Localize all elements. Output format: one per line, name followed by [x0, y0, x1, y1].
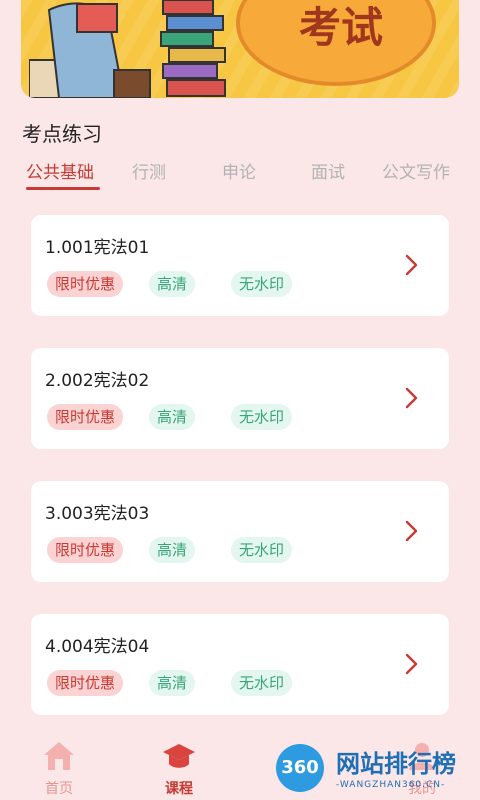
tab-public-basics[interactable]: 公共基础	[26, 158, 94, 183]
active-tab-indicator	[26, 187, 100, 190]
category-tabs: 公共基础 行测 申论 面试 公文写作	[0, 150, 480, 190]
chevron-right-icon[interactable]	[399, 386, 423, 410]
tag-no-watermark: 无水印	[231, 670, 293, 696]
watermark-logo: 360	[276, 744, 324, 792]
course-card[interactable]: 2.002宪法02 限时优惠 高清 无水印	[31, 348, 449, 449]
reading-person-illustration	[29, 2, 151, 98]
site-watermark: 360 网站排行榜 -WANGZHAN360.CN-	[274, 738, 480, 800]
promo-banner[interactable]: 考试	[21, 0, 459, 98]
tag-limited-offer: 限时优惠	[47, 670, 124, 696]
tag-limited-offer: 限时优惠	[47, 404, 124, 430]
nav-label-home: 首页	[45, 781, 73, 797]
chevron-right-icon[interactable]	[399, 253, 423, 277]
tag-hd: 高清	[149, 404, 196, 430]
nav-item-home[interactable]: 首页	[19, 740, 99, 798]
section-title: 考点练习	[22, 122, 102, 146]
tag-hd: 高清	[149, 537, 196, 563]
tab-interview[interactable]: 面试	[311, 158, 345, 183]
tag-no-watermark: 无水印	[231, 404, 293, 430]
watermark-title: 网站排行榜	[336, 750, 456, 778]
speech-bubble-text: 考试	[299, 3, 384, 52]
chevron-right-icon[interactable]	[399, 652, 423, 676]
tab-official-writing[interactable]: 公文写作	[382, 158, 450, 183]
nav-label-courses: 课程	[165, 781, 193, 797]
course-title: 2.002宪法02	[45, 371, 150, 391]
course-title: 1.001宪法01	[45, 238, 150, 258]
tab-aptitude[interactable]: 行测	[132, 158, 166, 183]
course-card[interactable]: 1.001宪法01 限时优惠 高清 无水印	[31, 215, 449, 316]
tag-no-watermark: 无水印	[231, 537, 293, 563]
course-title: 3.003宪法03	[45, 504, 150, 524]
graduation-cap-icon	[163, 744, 195, 768]
course-card[interactable]: 3.003宪法03 限时优惠 高清 无水印	[31, 481, 449, 582]
tag-limited-offer: 限时优惠	[47, 537, 124, 563]
course-title: 4.004宪法04	[45, 637, 150, 657]
tag-hd: 高清	[149, 271, 196, 297]
tab-essay[interactable]: 申论	[222, 158, 256, 183]
book-stack-illustration	[160, 0, 226, 97]
tag-limited-offer: 限时优惠	[47, 271, 124, 297]
tag-hd: 高清	[149, 670, 196, 696]
home-icon	[44, 742, 74, 770]
watermark-subtitle: -WANGZHAN360.CN-	[336, 780, 446, 790]
nav-item-courses[interactable]: 课程	[139, 740, 219, 798]
chevron-right-icon[interactable]	[399, 519, 423, 543]
tag-no-watermark: 无水印	[231, 271, 293, 297]
course-card[interactable]: 4.004宪法04 限时优惠 高清 无水印	[31, 614, 449, 715]
